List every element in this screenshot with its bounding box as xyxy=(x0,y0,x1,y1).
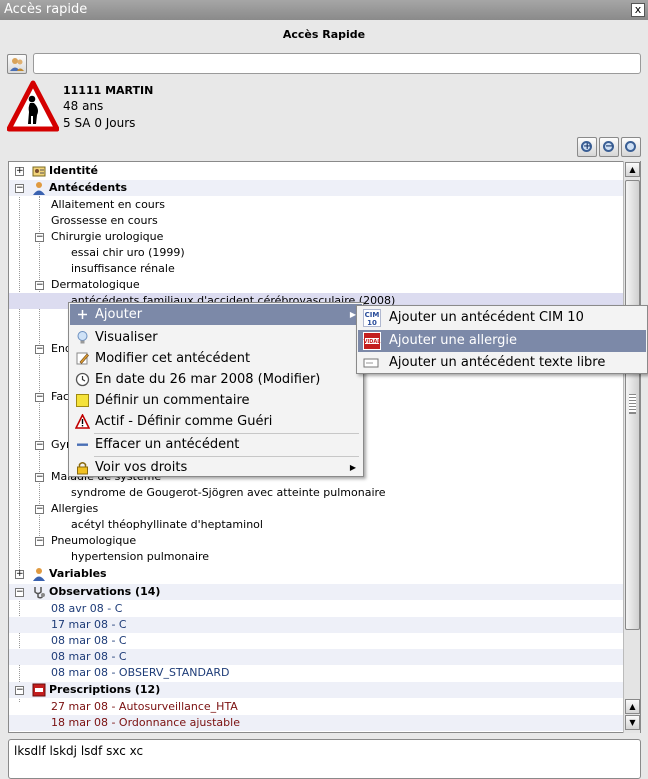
collapse-icon[interactable]: − xyxy=(35,233,44,242)
menu-item-ajouter[interactable]: Ajouter ▶ xyxy=(70,304,362,325)
tree-item[interactable]: 08 mar 08 - OBSERV_STANDARD xyxy=(9,665,623,681)
submenu-ajouter: CIM 10 Ajouter un antécédent CIM 10 VIDA… xyxy=(356,305,648,374)
id-card-icon xyxy=(32,166,46,177)
submenu-item-cim10[interactable]: CIM 10 Ajouter un antécédent CIM 10 xyxy=(358,307,646,329)
tree-item[interactable]: essai chir uro (1999) xyxy=(9,245,623,261)
collapse-icon[interactable]: − xyxy=(35,537,44,546)
remove-icon xyxy=(77,443,88,446)
tree-node-chirurgie[interactable]: − Chirurgie urologique xyxy=(9,229,623,245)
pregnancy-warning-icon xyxy=(7,80,59,132)
tree-node-allergies[interactable]: − Allergies xyxy=(9,501,623,517)
scroll-up-icon[interactable]: ▲ xyxy=(625,162,640,177)
vidal-icon xyxy=(32,683,46,697)
submenu-item-allergie[interactable]: VIDAL Ajouter une allergie xyxy=(358,330,646,352)
window-title: Accès rapide xyxy=(4,2,88,17)
lock-icon xyxy=(77,462,88,475)
notes-area[interactable]: lksdlf lskdj lsdf sxc xc xyxy=(8,739,641,779)
tree-node-prescriptions[interactable]: − Prescriptions (12) xyxy=(9,682,623,698)
note-icon xyxy=(76,394,89,407)
collapse-icon[interactable]: − xyxy=(35,345,44,354)
submenu-arrow-icon: ▶ xyxy=(349,463,356,472)
tree-item[interactable]: 08 avr 08 - C xyxy=(9,601,623,617)
collapse-icon[interactable]: − xyxy=(15,588,24,597)
expand-icon[interactable]: + xyxy=(15,167,24,176)
tree-node-antecedents[interactable]: − Antécédents xyxy=(9,180,623,196)
tree-item[interactable]: hypertension pulmonaire xyxy=(9,549,623,565)
collapse-icon[interactable]: − xyxy=(35,393,44,402)
tree-node-dermatologique[interactable]: − Dermatologique xyxy=(9,277,623,293)
zoom-in-button[interactable]: + xyxy=(577,137,597,157)
tree-node-observations[interactable]: − Observations (14) xyxy=(9,584,623,600)
scroll-thumb[interactable] xyxy=(625,180,640,630)
scroll-down-icon[interactable]: ▼ xyxy=(625,715,640,730)
tree-item[interactable]: insuffisance rénale xyxy=(9,261,623,277)
svg-text:VIDAL: VIDAL xyxy=(364,339,381,345)
zoom-out-button[interactable]: − xyxy=(599,137,619,157)
warning-icon xyxy=(75,414,90,429)
patient-select-button[interactable] xyxy=(7,54,27,74)
collapse-icon[interactable]: − xyxy=(35,505,44,514)
patient-name: 11111 MARTIN xyxy=(63,84,154,97)
collapse-icon[interactable]: − xyxy=(15,686,24,695)
tree-item[interactable]: 08 mar 08 - C xyxy=(9,633,623,649)
svg-text:10: 10 xyxy=(367,319,377,327)
collapse-icon[interactable]: − xyxy=(15,184,24,193)
search-options-button[interactable] xyxy=(621,137,641,157)
pregnancy-term: 5 SA 0 Jours xyxy=(63,116,136,130)
collapse-icon[interactable]: − xyxy=(35,473,44,482)
collapse-icon[interactable]: − xyxy=(35,441,44,450)
stethoscope-icon xyxy=(34,587,45,599)
patient-icon xyxy=(10,58,24,71)
context-menu: Ajouter ▶ Visualiser Modifier cet antécé… xyxy=(68,302,364,477)
clock-icon xyxy=(75,372,90,387)
menu-item-visualiser[interactable]: Visualiser xyxy=(70,327,362,348)
text-field-icon xyxy=(363,358,379,368)
expand-icon[interactable]: + xyxy=(15,570,24,579)
submenu-item-texte-libre[interactable]: Ajouter un antécédent texte libre xyxy=(358,352,646,374)
tree-node-identite[interactable]: + Identité xyxy=(9,163,623,179)
tree-item[interactable]: Grossesse en cours xyxy=(9,213,623,229)
tree-item[interactable]: syndrome de Gougerot-Sjögren avec attein… xyxy=(9,485,623,501)
tree-item[interactable]: 17 mar 08 - C xyxy=(9,617,623,633)
menu-item-actif[interactable]: Actif - Définir comme Guéri xyxy=(70,411,362,432)
tree-label: Antécédents xyxy=(49,181,128,194)
scroll-up-icon[interactable]: ▲ xyxy=(625,699,640,714)
menu-item-droits[interactable]: Voir vos droits ▶ xyxy=(70,457,362,478)
menu-item-effacer[interactable]: Effacer un antécédent xyxy=(70,434,362,455)
edit-icon xyxy=(76,352,89,365)
tree-label: Identité xyxy=(49,164,99,177)
search-input[interactable] xyxy=(33,53,641,74)
menu-item-commentaire[interactable]: Définir un commentaire xyxy=(70,390,362,411)
search-options-icon xyxy=(625,141,636,152)
menu-item-modifier[interactable]: Modifier cet antécédent xyxy=(70,348,362,369)
tree-item[interactable]: 18 mar 08 - Ordonnance ajustable xyxy=(9,715,623,731)
cim10-icon: CIM 10 xyxy=(363,309,381,327)
close-button[interactable]: x xyxy=(631,3,645,17)
tree-item[interactable]: acétyl théophyllinate d'heptaminol xyxy=(9,517,623,533)
tree-item[interactable]: Allaitement en cours xyxy=(9,197,623,213)
svg-text:CIM: CIM xyxy=(365,311,380,319)
tree-node-pneumologique[interactable]: − Pneumologique xyxy=(9,533,623,549)
patient-age: 48 ans xyxy=(63,99,104,113)
tree-item[interactable]: 27 mar 08 - Autosurveillance_HTA xyxy=(9,699,623,715)
person-icon xyxy=(33,182,45,195)
collapse-icon[interactable]: − xyxy=(35,281,44,290)
add-icon xyxy=(78,310,87,319)
tree-item[interactable]: 08 mar 08 - C xyxy=(9,649,623,665)
window-title-bar: Accès rapide x xyxy=(0,0,648,20)
tree-node-variables[interactable]: + Variables xyxy=(9,566,623,582)
person-icon xyxy=(33,568,45,581)
vidal-icon: VIDAL xyxy=(363,332,381,350)
lightbulb-icon xyxy=(77,331,88,344)
page-title: Accès Rapide xyxy=(282,28,366,41)
menu-item-date[interactable]: En date du 26 mar 2008 (Modifier) xyxy=(70,369,362,390)
tree-scrollbar[interactable]: ▲ ▲ ▼ xyxy=(623,161,640,733)
